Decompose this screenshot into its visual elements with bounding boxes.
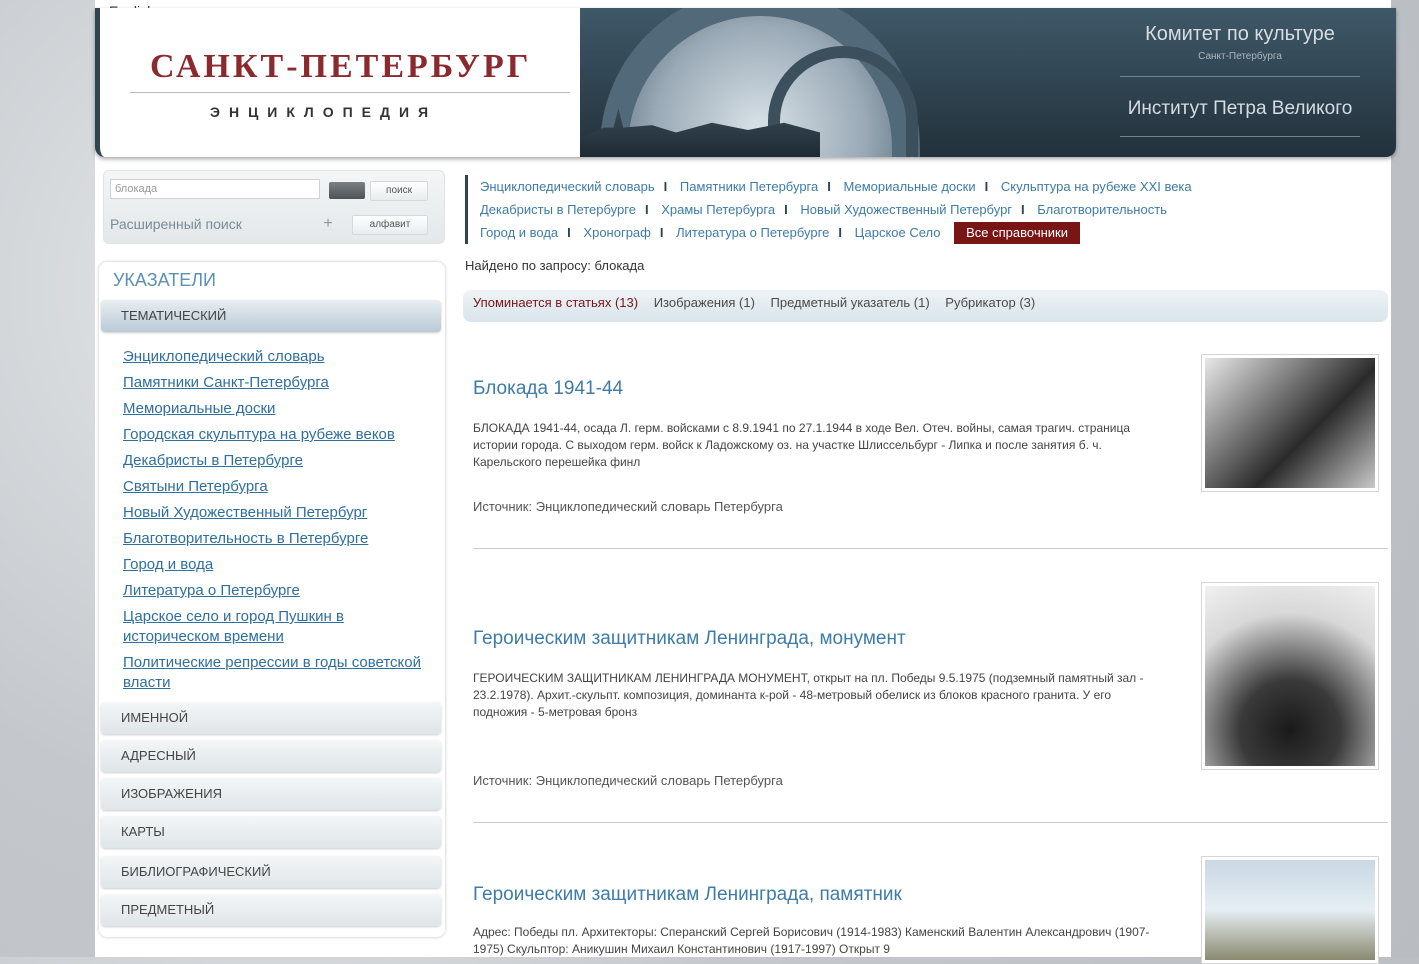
nav-link[interactable]: Энциклопедический словарь [480,179,655,194]
results-tabs: Упоминается в статьях (13) Изображения (… [463,290,1388,322]
nav-link[interactable]: Новый Художественный Петербург [800,202,1012,217]
memorial-photo-image [1205,860,1375,960]
alphabet-button[interactable]: алфавит [352,215,428,235]
tab-subject[interactable]: ПРЕДМЕТНЫЙ [101,894,441,926]
tab-thematic[interactable]: ТЕМАТИЧЕСКИЙ [101,300,441,332]
index-link[interactable]: Благотворительность в Петербурге [123,529,438,549]
institution-peter-the-great[interactable]: Институт Петра Великого [1115,98,1365,120]
nav-link[interactable]: Мемориальные доски [844,179,976,194]
result-thumbnail[interactable] [1201,354,1379,492]
institution-culture-committee[interactable]: Комитет по культуре [1115,23,1365,46]
nav-link[interactable]: Храмы Петербурга [661,202,775,217]
page: English САНКТ-ПЕТЕРБУРГ ЭНЦИКЛОПЕДИЯ Ком… [95,0,1396,964]
search-button[interactable]: поиск [370,181,428,201]
directories-nav: Энциклопедический словарь I Памятники Пет… [465,175,1380,244]
nav-separator: I [567,225,571,240]
nav-link[interactable]: Благотворительность [1037,202,1167,217]
institution-culture-committee-sub: Санкт-Петербурга [1198,51,1282,62]
index-link[interactable]: Литература о Петербурге [123,581,438,601]
logo-divider [130,92,570,93]
query-label: Найдено по запросу: блокада [465,258,645,273]
index-link[interactable]: Городская скульптура на рубеже веков [123,425,438,445]
nav-link[interactable]: Памятники Петербурга [680,179,818,194]
result-text: Адрес: Победы пл. Архитекторы: Сперански… [473,925,1150,956]
result-source: Источник: Энциклопедический словарь Пете… [473,773,783,788]
thematic-links: Энциклопедический словарь Памятники Санк… [123,347,438,699]
nav-link[interactable]: Скульптура на рубеже XXI века [1001,179,1192,194]
result-thumbnail[interactable] [1201,582,1379,770]
plus-icon[interactable]: + [316,213,340,235]
index-link[interactable]: Царское село и город Пушкин в историческ… [123,607,438,647]
nav-link[interactable]: Царское Село [855,225,941,240]
institution-divider [1120,136,1360,137]
search-input[interactable] [110,179,320,199]
tab-images[interactable]: ИЗОБРАЖЕНИЯ [101,778,441,810]
tab-names[interactable]: ИМЕННОЙ [101,702,441,734]
tab-maps[interactable]: КАРТЫ [101,816,441,848]
tab-addresses[interactable]: АДРЕСНЫЙ [101,740,441,772]
tab-subject-index[interactable]: Предметный указатель (1) [771,295,930,310]
index-link[interactable]: Святыни Петербурга [123,477,438,497]
institutions-block: Комитет по культуре Санкт-Петербурга Инс… [1115,8,1365,157]
result-source: Источник: Энциклопедический словарь Пете… [473,499,783,514]
result-item: Героическим защитникам Ленинграда, памят… [473,856,1388,964]
result-divider [473,822,1388,823]
tab-rubricator[interactable]: Рубрикатор (3) [945,295,1035,310]
advanced-search-link[interactable]: Расширенный поиск [110,216,242,232]
site-title[interactable]: САНКТ-ПЕТЕРБУРГ [150,48,531,86]
result-divider [473,548,1388,549]
result-item: Героическим защитникам Ленинграда, монум… [473,582,1388,798]
result-text: ГЕРОИЧЕСКИМ ЗАЩИТНИКАМ ЛЕНИНГРАДА МОНУМЕ… [473,671,1144,719]
index-link[interactable]: Декабристы в Петербурге [123,451,438,471]
nav-separator: I [784,202,788,217]
result-text: БЛОКАДА 1941-44, осада Л. герм. войсками… [473,421,1130,469]
nav-separator: I [827,179,831,194]
index-panel: УКАЗАТЕЛИ ТЕМАТИЧЕСКИЙ Энциклопедический… [99,262,445,937]
index-link[interactable]: Памятники Санкт-Петербурга [123,373,438,393]
index-link[interactable]: Энциклопедический словарь [123,347,438,367]
index-title: УКАЗАТЕЛИ [113,270,216,290]
virtual-keyboard-icon[interactable] [329,182,365,199]
site-header: САНКТ-ПЕТЕРБУРГ ЭНЦИКЛОПЕДИЯ Комитет по … [95,8,1396,157]
nav-separator: I [984,179,989,194]
tab-images[interactable]: Изображения (1) [654,295,755,310]
institution-divider [1120,76,1360,77]
index-link[interactable]: Мемориальные доски [123,399,438,419]
index-link[interactable]: Политические репрессии в годы советской … [123,653,438,693]
site-subtitle: ЭНЦИКЛОПЕДИЯ [210,104,438,120]
result-thumbnail[interactable] [1201,856,1379,964]
blockade-photo-image [1205,358,1375,488]
nav-link[interactable]: Литература о Петербурге [676,225,829,240]
all-directories-button[interactable]: Все справочники [954,222,1081,244]
nav-link[interactable]: Хронограф [583,225,650,240]
search-panel: поиск Расширенный поиск + алфавит [103,170,445,244]
index-link[interactable]: Новый Художественный Петербург [123,503,438,523]
nav-separator: I [1021,202,1025,217]
result-item: Блокада 1941-44 БЛОКАДА 1941-44, осада Л… [473,354,1388,518]
nav-separator: I [659,225,664,240]
monument-photo-image [1205,586,1375,766]
header-banner-image: Комитет по культуре Санкт-Петербурга Инс… [580,8,1396,157]
nav-separator: I [644,202,649,217]
tab-articles[interactable]: Упоминается в статьях (13) [473,295,638,310]
nav-link[interactable]: Город и вода [480,225,558,240]
index-link[interactable]: Город и вода [123,555,438,575]
nav-link[interactable]: Декабристы в Петербурге [480,202,636,217]
nav-separator: I [663,179,668,194]
tab-bibliographic[interactable]: БИБЛИОГРАФИЧЕСКИЙ [101,856,441,888]
nav-separator: I [838,225,842,240]
